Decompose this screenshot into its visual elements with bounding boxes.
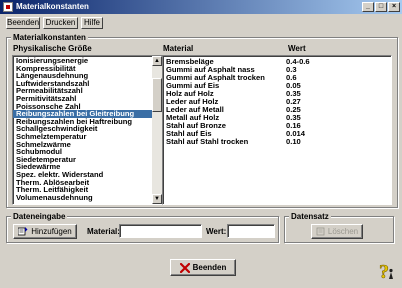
datensatz-title: Datensatz bbox=[289, 212, 331, 221]
materialkonstanten-title: Materialkonstanten bbox=[11, 33, 88, 42]
dateneingabe-group: Dateneingabe Hinzufügen Material: Wert: bbox=[6, 212, 279, 243]
scroll-up-arrow-icon[interactable]: ▲ bbox=[152, 56, 162, 66]
physik-header: Physikalische Größe bbox=[13, 44, 92, 53]
datensatz-group: Datensatz Löschen bbox=[284, 212, 394, 243]
menu-beenden[interactable]: Beenden bbox=[6, 17, 40, 29]
material-table: Bremsbeläge 0.4-0.6 Gummi auf Asphalt nass… bbox=[166, 58, 310, 146]
physik-list-item[interactable]: Volumenausdehnung bbox=[13, 194, 153, 202]
delete-button-label: Löschen bbox=[327, 227, 359, 236]
wert-header: Wert bbox=[288, 44, 306, 53]
delete-icon bbox=[316, 227, 325, 236]
beenden-button[interactable]: Beenden bbox=[170, 259, 236, 276]
material-input[interactable] bbox=[119, 224, 202, 238]
menu-hilfe[interactable]: Hilfe bbox=[81, 17, 103, 29]
maximize-button[interactable]: □ bbox=[375, 2, 387, 12]
physik-scrollbar[interactable]: ▲ ▼ bbox=[152, 56, 162, 204]
physik-listbox[interactable]: Ionisierungsenergie Kompressibilität Länge… bbox=[12, 55, 163, 205]
add-icon bbox=[18, 227, 28, 236]
wert-label: Wert: bbox=[206, 227, 227, 236]
material-row[interactable]: Stahl auf Stahl trocken 0.10 bbox=[166, 138, 310, 146]
materialkonstanten-group: Materialkonstanten Physikalische Größe M… bbox=[6, 33, 398, 208]
material-header: Material bbox=[163, 44, 194, 53]
app-icon bbox=[3, 2, 13, 12]
svg-text:?: ? bbox=[379, 261, 389, 282]
beenden-button-label: Beenden bbox=[192, 263, 227, 272]
menu-bar: Beenden Drucken Hilfe bbox=[0, 16, 402, 30]
add-button-label: Hinzufügen bbox=[31, 227, 72, 236]
material-wert-cell: 0.10 bbox=[286, 137, 301, 146]
help-icon[interactable]: ? bbox=[376, 260, 398, 282]
scroll-thumb[interactable] bbox=[152, 78, 162, 112]
material-listbox[interactable]: Bremsbeläge 0.4-0.6 Gummi auf Asphalt nass… bbox=[162, 55, 392, 205]
minimize-button[interactable]: _ bbox=[362, 2, 374, 12]
close-x-icon bbox=[179, 262, 190, 273]
add-button[interactable]: Hinzufügen bbox=[13, 224, 77, 239]
close-button[interactable]: × bbox=[388, 2, 400, 12]
scroll-down-arrow-icon[interactable]: ▼ bbox=[152, 194, 162, 204]
material-name-cell: Stahl auf Stahl trocken bbox=[166, 137, 249, 146]
menu-drucken[interactable]: Drucken bbox=[43, 17, 78, 29]
material-label: Material: bbox=[87, 227, 120, 236]
title-bar[interactable]: Materialkonstanten _ □ × bbox=[0, 0, 402, 14]
dateneingabe-title: Dateneingabe bbox=[11, 212, 68, 221]
delete-button[interactable]: Löschen bbox=[311, 224, 363, 239]
window-title: Materialkonstanten bbox=[16, 2, 89, 11]
main-window: Materialkonstanten _ □ × Beenden Drucken… bbox=[0, 0, 402, 288]
wert-input[interactable] bbox=[227, 224, 275, 238]
